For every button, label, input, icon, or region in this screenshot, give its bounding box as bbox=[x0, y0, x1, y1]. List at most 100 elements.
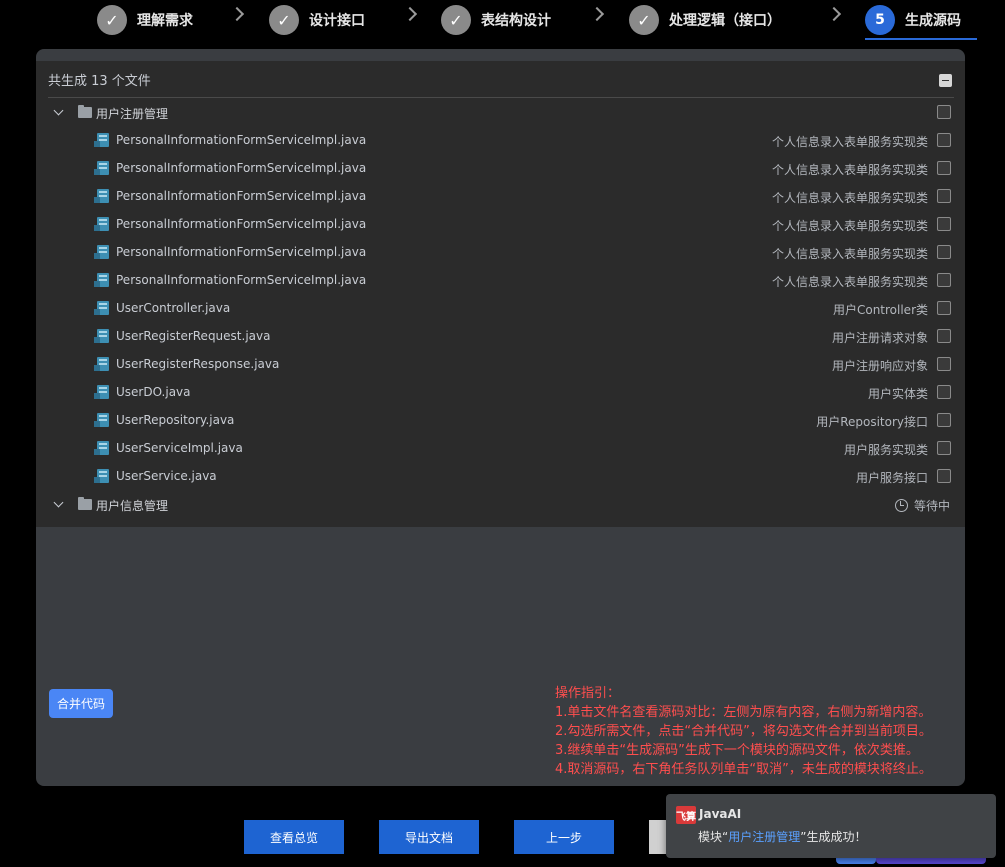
file-name[interactable]: PersonalInformationFormServiceImpl.java bbox=[116, 189, 366, 203]
file-name[interactable]: UserRegisterRequest.java bbox=[116, 329, 270, 343]
file-checkbox[interactable] bbox=[937, 133, 951, 147]
file-description: 个人信息录入表单服务实现类 bbox=[771, 275, 928, 289]
file-list-header: 共生成 13 个文件 bbox=[48, 61, 954, 98]
file-description: 个人信息录入表单服务实现类 bbox=[771, 191, 928, 205]
file-description: 个人信息录入表单服务实现类 bbox=[771, 163, 928, 177]
chevron-right-icon bbox=[229, 6, 245, 22]
file-checkbox[interactable] bbox=[937, 357, 951, 371]
file-row[interactable]: PersonalInformationFormServiceImpl.java 个… bbox=[48, 182, 954, 210]
java-file-icon bbox=[94, 189, 109, 203]
file-checkbox[interactable] bbox=[937, 301, 951, 315]
java-file-icon bbox=[94, 273, 109, 287]
file-checkbox[interactable] bbox=[937, 329, 951, 343]
guide-title: 操作指引： bbox=[555, 686, 621, 701]
file-checkbox[interactable] bbox=[937, 469, 951, 483]
message-suffix: ”生成成功！ bbox=[800, 830, 867, 844]
file-name[interactable]: PersonalInformationFormServiceImpl.java bbox=[116, 161, 366, 175]
file-checkbox[interactable] bbox=[937, 273, 951, 287]
step-3[interactable]: ✓ 表结构设计 bbox=[441, 5, 551, 35]
file-name[interactable]: PersonalInformationFormServiceImpl.java bbox=[116, 133, 366, 147]
check-icon: ✓ bbox=[97, 5, 127, 35]
chevron-right-icon bbox=[589, 6, 605, 22]
file-row[interactable]: PersonalInformationFormServiceImpl.java 个… bbox=[48, 126, 954, 154]
file-description: 个人信息录入表单服务实现类 bbox=[771, 135, 928, 149]
file-checkbox[interactable] bbox=[937, 217, 951, 231]
success-notification: 飞算 JavaAI 模块“用户注册管理”生成成功！ bbox=[666, 794, 996, 858]
step-number: 5 bbox=[865, 5, 895, 35]
file-checkbox[interactable] bbox=[937, 413, 951, 427]
file-name[interactable]: PersonalInformationFormServiceImpl.java bbox=[116, 273, 366, 287]
file-count-summary: 共生成 13 个文件 bbox=[48, 73, 151, 89]
java-file-icon bbox=[94, 217, 109, 231]
file-name[interactable]: UserController.java bbox=[116, 301, 230, 315]
notification-title: JavaAI bbox=[699, 807, 742, 821]
java-file-icon bbox=[94, 469, 109, 483]
file-name[interactable]: UserRepository.java bbox=[116, 413, 234, 427]
step-4[interactable]: ✓ 处理逻辑（接口） bbox=[629, 5, 781, 35]
java-file-icon bbox=[94, 329, 109, 343]
guide-line: 1.单击文件名查看源码对比：左侧为原有内容，右侧为新增内容。 bbox=[555, 705, 932, 720]
file-row[interactable]: UserRepository.java 用户Repository接口 bbox=[48, 406, 954, 434]
step-5[interactable]: 5 生成源码 bbox=[865, 5, 961, 35]
file-description: 用户服务接口 bbox=[855, 471, 928, 485]
collapse-all-icon[interactable] bbox=[939, 74, 952, 87]
guide-line: 2.勾选所需文件，点击“合并代码”，将勾选文件合并到当前项目。 bbox=[555, 724, 932, 739]
java-file-icon bbox=[94, 301, 109, 315]
file-row[interactable]: PersonalInformationFormServiceImpl.java 个… bbox=[48, 266, 954, 294]
file-description: 个人信息录入表单服务实现类 bbox=[771, 247, 928, 261]
guide-line: 4.取消源码，右下角任务队列单击“取消”，未生成的模块将终止。 bbox=[555, 762, 932, 777]
folder-row-user-register[interactable]: 用户注册管理 bbox=[48, 98, 954, 126]
java-file-icon bbox=[94, 245, 109, 259]
file-checkbox[interactable] bbox=[937, 441, 951, 455]
java-file-icon bbox=[94, 357, 109, 371]
step-1[interactable]: ✓ 理解需求 bbox=[97, 5, 193, 35]
step-label: 理解需求 bbox=[137, 13, 193, 29]
java-file-icon bbox=[94, 385, 109, 399]
view-overview-button[interactable]: 查看总览 bbox=[244, 820, 344, 854]
file-description: 用户Controller类 bbox=[832, 303, 928, 317]
export-document-button[interactable]: 导出文档 bbox=[379, 820, 479, 854]
file-name[interactable]: PersonalInformationFormServiceImpl.java bbox=[116, 245, 366, 259]
folder-row-user-info[interactable]: 用户信息管理 等待中 bbox=[48, 490, 954, 518]
file-name[interactable]: UserService.java bbox=[116, 469, 217, 483]
file-row[interactable]: UserServiceImpl.java 用户服务实现类 bbox=[48, 434, 954, 462]
file-description: 用户注册响应对象 bbox=[831, 359, 928, 373]
step-label: 表结构设计 bbox=[481, 13, 551, 29]
file-row[interactable]: PersonalInformationFormServiceImpl.java 个… bbox=[48, 238, 954, 266]
folder-label: 用户信息管理 bbox=[96, 499, 169, 513]
file-row[interactable]: UserController.java 用户Controller类 bbox=[48, 294, 954, 322]
file-row[interactable]: UserService.java 用户服务接口 bbox=[48, 462, 954, 490]
file-name[interactable]: UserDO.java bbox=[116, 385, 191, 399]
step-label: 处理逻辑（接口） bbox=[669, 13, 781, 29]
message-prefix: 模块“ bbox=[698, 830, 729, 844]
previous-step-button[interactable]: 上一步 bbox=[514, 820, 614, 854]
file-row[interactable]: UserRegisterRequest.java 用户注册请求对象 bbox=[48, 322, 954, 350]
file-list: 共生成 13 个文件 用户注册管理 PersonalInformationFor… bbox=[36, 61, 965, 527]
pending-status-label: 等待中 bbox=[913, 499, 950, 513]
java-file-icon bbox=[94, 441, 109, 455]
file-name[interactable]: PersonalInformationFormServiceImpl.java bbox=[116, 217, 366, 231]
java-file-icon bbox=[94, 413, 109, 427]
stepper: ✓ 理解需求 ✓ 设计接口 ✓ 表结构设计 ✓ 处理逻辑（接口） 5 生成源码 bbox=[0, 0, 1005, 40]
file-name[interactable]: UserServiceImpl.java bbox=[116, 441, 243, 455]
file-name[interactable]: UserRegisterResponse.java bbox=[116, 357, 279, 371]
generation-panel: 共生成 13 个文件 用户注册管理 PersonalInformationFor… bbox=[36, 49, 965, 786]
chevron-down-icon[interactable] bbox=[53, 497, 64, 507]
step-label: 生成源码 bbox=[905, 13, 961, 29]
file-checkbox[interactable] bbox=[937, 161, 951, 175]
merge-code-button[interactable]: 合并代码 bbox=[49, 689, 113, 718]
file-row[interactable]: PersonalInformationFormServiceImpl.java 个… bbox=[48, 154, 954, 182]
file-checkbox[interactable] bbox=[937, 189, 951, 203]
guide-line: 3.继续单击“生成源码”生成下一个模块的源码文件，依次类推。 bbox=[555, 743, 919, 758]
chevron-down-icon[interactable] bbox=[53, 105, 64, 115]
file-checkbox[interactable] bbox=[937, 385, 951, 399]
folder-checkbox[interactable] bbox=[937, 105, 951, 119]
file-row[interactable]: PersonalInformationFormServiceImpl.java 个… bbox=[48, 210, 954, 238]
pending-status: 等待中 bbox=[894, 497, 950, 514]
file-row[interactable]: UserDO.java 用户实体类 bbox=[48, 378, 954, 406]
file-row[interactable]: UserRegisterResponse.java 用户注册响应对象 bbox=[48, 350, 954, 378]
step-label: 设计接口 bbox=[309, 13, 365, 29]
step-2[interactable]: ✓ 设计接口 bbox=[269, 5, 365, 35]
file-checkbox[interactable] bbox=[937, 245, 951, 259]
notification-message: 模块“用户注册管理”生成成功！ bbox=[698, 828, 866, 845]
